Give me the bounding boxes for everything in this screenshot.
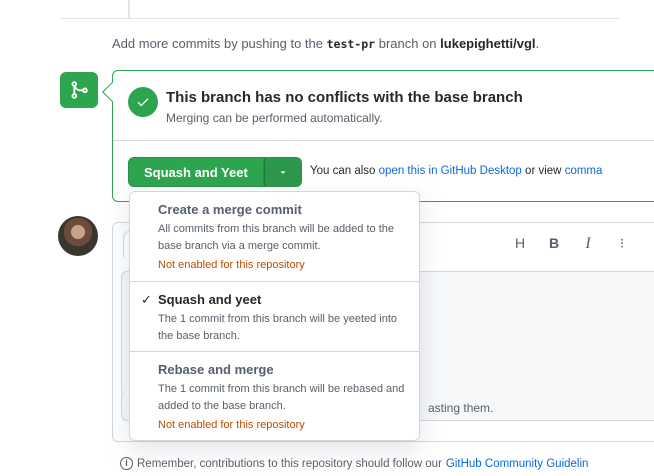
merge-status-title: This branch has no conflicts with the ba… [166,89,523,106]
option-description: All commits from this branch will be add… [158,223,394,252]
contribution-guidelines-note: i Remember, contributions to this reposi… [120,457,588,470]
heading-button[interactable]: H [513,235,527,253]
merge-status: This branch has no conflicts with the ba… [113,71,654,141]
option-warning: Not enabled for this repository [158,419,305,431]
option-description: The 1 commit from this branch will be re… [158,383,405,412]
option-title: Squash and yeet [158,292,262,307]
triangle-down-icon [280,171,286,174]
merge-method-menu: Create a merge commit All commits from t… [129,191,420,441]
git-merge-icon [60,72,98,108]
option-title: Rebase and merge [158,362,274,377]
merge-method-dropdown-button[interactable] [263,157,302,187]
italic-button[interactable]: I [581,235,595,253]
community-guidelines-link[interactable]: GitHub Community Guidelin [446,458,589,470]
timeline-divider [60,18,620,19]
merge-option-create-merge-commit[interactable]: Create a merge commit All commits from t… [130,192,419,282]
option-warning: Not enabled for this repository [158,259,305,271]
merge-option-rebase[interactable]: Rebase and merge The 1 commit from this … [130,352,419,440]
check-icon: ✓ [141,292,152,307]
markdown-toolbar: H B I ⁝ [513,235,629,253]
open-in-desktop-link[interactable]: open this in GitHub Desktop [379,165,522,177]
merge-button-group: Squash and Yeet [128,157,302,187]
alternative-actions-text: You can also open this in GitHub Desktop… [310,165,603,177]
merge-box: This branch has no conflicts with the ba… [102,70,654,202]
merge-status-subtitle: Merging can be performed automatically. [166,111,383,125]
squash-merge-button[interactable]: Squash and Yeet [128,157,264,187]
push-commits-note: Add more commits by pushing to the test-… [112,36,540,51]
info-icon: i [120,457,133,470]
check-circle-icon [128,87,158,117]
command-line-link[interactable]: comma [565,165,603,177]
avatar[interactable] [58,216,98,256]
option-title: Create a merge commit [158,202,302,217]
merge-option-squash[interactable]: ✓ Squash and yeet The 1 commit from this… [130,282,419,352]
repo-name: lukepighetti/vgl [440,36,536,51]
bold-button[interactable]: B [547,235,561,253]
list-icon[interactable]: ⁝ [615,235,629,253]
branch-name: test-pr [326,37,376,51]
attach-hint-text: asting them. [428,401,494,415]
timeline-connector [128,0,130,18]
option-description: The 1 commit from this branch will be ye… [158,313,398,342]
